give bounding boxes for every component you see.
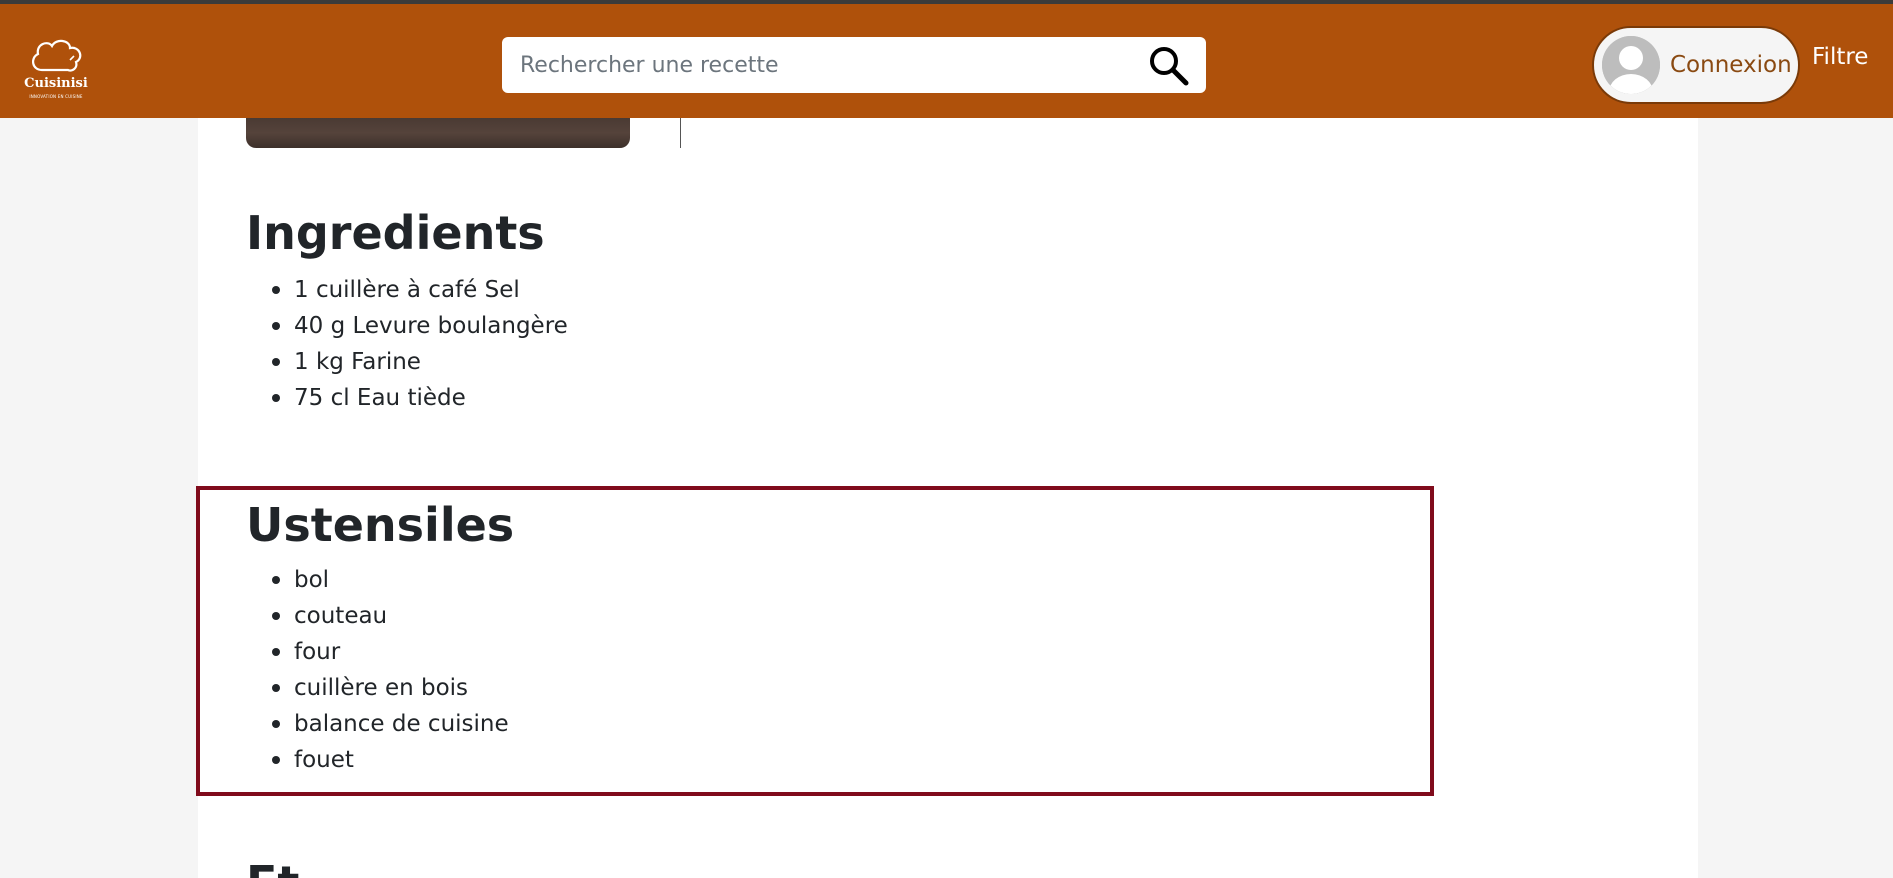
search-bar — [502, 37, 1206, 93]
ingredient-item: 40 g Levure boulangère — [272, 308, 568, 344]
ingredient-item: 75 cl Eau tiède — [272, 380, 568, 416]
logo-name: Cuisinisi — [24, 76, 88, 91]
logo[interactable]: Cuisinisi INNOVATION EN CUISINE — [20, 30, 92, 102]
chef-hat-icon — [32, 39, 82, 72]
ingredients-title: Ingredients — [246, 206, 545, 260]
navbar: Cuisinisi INNOVATION EN CUISINE Connexio… — [0, 4, 1893, 118]
login-button[interactable]: Connexion — [1592, 26, 1800, 104]
vertical-divider — [680, 118, 681, 148]
recipe-image — [246, 118, 630, 148]
filter-link[interactable]: Filtre — [1812, 44, 1868, 70]
ingredient-item: 1 cuillère à café Sel — [272, 272, 568, 308]
login-label: Connexion — [1670, 52, 1792, 78]
ingredients-list: 1 cuillère à café Sel 40 g Levure boulan… — [272, 272, 568, 416]
next-section-title: Et — [246, 856, 299, 878]
ustensiles-highlight-box — [196, 486, 1434, 796]
search-icon[interactable] — [1146, 43, 1192, 89]
user-icon — [1602, 36, 1660, 94]
search-input[interactable] — [520, 37, 1120, 93]
logo-tagline: INNOVATION EN CUISINE — [29, 94, 83, 99]
ingredient-item: 1 kg Farine — [272, 344, 568, 380]
avatar — [1602, 36, 1660, 94]
